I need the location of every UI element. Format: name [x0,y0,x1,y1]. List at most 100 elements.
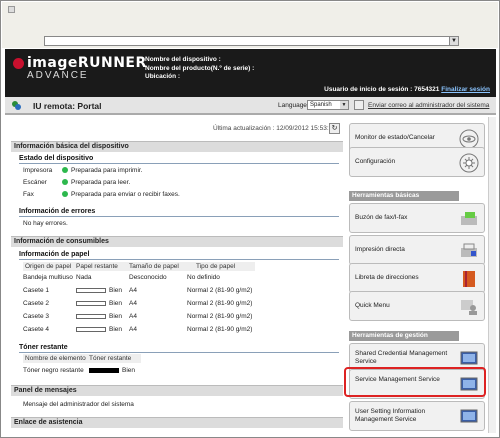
paper-remaining: Bien [76,326,122,333]
paper-size: A4 [129,313,137,320]
language-value: Spanish [310,102,332,108]
monitor-icon [460,409,478,423]
address-bar[interactable]: ▼ [44,36,459,46]
login-user-label: Usuario de inicio de sesión : 7654321 [324,86,440,93]
settings-button[interactable]: Configuración [349,147,485,177]
page-header: imageRUNNER ADVANCE Nombre del dispositi… [5,49,496,97]
paper-level-bar [76,301,106,306]
paper-type: Normal 2 (81-90 g/m2) [187,326,253,333]
paper-level-bar [76,288,106,293]
browser-toolbar: ▼ [2,2,498,48]
paper-remaining: Bien [76,300,122,307]
basic-tools-header: Herramientas básicas [349,191,459,201]
paper-type: Normal 2 (81-90 g/m2) [187,300,253,307]
mail-icon[interactable] [354,100,364,110]
eye-icon [459,129,479,149]
paper-level-bar [76,314,106,319]
paper-size: A4 [129,287,137,294]
user-setting-label: User Setting Information Management Serv… [355,408,426,423]
device-status-title: Estado del dispositivo [19,155,94,162]
direct-print-button[interactable]: Impresión directa [349,235,485,265]
device-name: Escáner [23,179,47,186]
login-user-info: Usuario de inicio de sesión : 7654321 Fi… [324,86,490,93]
fax-box-button[interactable]: Buzón de fax/I-fax [349,203,485,233]
error-info-title: Información de errores [19,208,96,215]
language-select[interactable]: Spanish ▼ [307,100,349,110]
column-header: Tamaño de papel [129,263,179,270]
quick-menu-label: Quick Menu [355,302,390,309]
error-info-value: No hay errores. [23,220,68,227]
paper-remaining: Bien [76,313,122,320]
product-name-label: Nombre del producto(N.º de serie) : [145,64,255,72]
support-header[interactable]: Enlace de asistencia [11,417,343,428]
mgmt-tools-header: Herramientas de gestión [349,331,459,341]
fax-icon [461,212,477,225]
divider [19,163,339,164]
device-status-text: Preparada para enviar o recibir faxes. [71,191,180,198]
refresh-icon[interactable]: ↻ [329,123,340,134]
settings-label: Configuración [355,158,396,165]
canon-logo-icon [13,58,24,69]
column-header: Origen de papel [25,263,72,270]
address-book-icon [463,271,475,287]
device-name: Fax [23,191,34,198]
status-monitor-label: Monitor de estado/Cancelar [355,134,435,141]
paper-type: No definido [187,274,220,281]
portal-icon [12,101,21,110]
browser-window: ▼ imageRUNNER ADVANCE Nombre del disposi… [0,0,500,438]
column-header: Tipo de papel [196,263,236,270]
address-dropdown-icon[interactable]: ▼ [449,37,458,45]
direct-print-label: Impresión directa [355,246,405,253]
ready-icon [62,191,68,197]
paper-remaining-text: Bien [109,326,123,333]
divider [19,216,339,217]
highlight-frame [344,367,486,397]
device-status: Preparada para leer. [62,179,130,186]
quick-menu-button[interactable]: Quick Menu [349,291,485,321]
device-status: Preparada para imprimir. [62,167,143,174]
printer-icon [461,243,477,257]
divider [19,259,339,260]
gear-icon [459,153,479,173]
column-header: Papel restante [76,263,118,270]
paper-remaining-text: Bien [109,313,123,320]
device-info: Nombre del dispositivo : Nombre del prod… [145,56,254,82]
toolbar-icon[interactable] [8,6,15,13]
monitor-icon [460,351,478,365]
main-panel: Última actualización : 12/09/2012 15:53:… [5,117,343,433]
user-menu-icon [461,300,477,315]
user-setting-button[interactable]: User Setting Information Management Serv… [349,401,485,431]
paper-size: A4 [129,300,137,307]
device-status-text: Preparada para imprimir. [71,167,143,174]
paper-type: Normal 2 (81-90 g/m2) [187,313,253,320]
paper-size: A4 [129,326,137,333]
scrollbar[interactable] [488,117,496,433]
logo-line2: ADVANCE [27,70,89,81]
paper-type: Normal 2 (81-90 g/m2) [187,287,253,294]
logo-line1: imageRUNNER [27,55,147,71]
paper-level-bar [76,327,106,332]
logout-link[interactable]: Finalizar sesión [441,86,490,93]
language-label: Language [278,102,307,109]
toner-remaining: Bien [89,367,135,374]
paper-info-title: Información de papel [19,251,90,258]
portal-bar: IU remota: Portal Language Spanish ▼ Env… [5,97,496,115]
column-header: Tóner restante [89,355,132,362]
paper-remaining-text: Bien [109,300,123,307]
address-book-label: Libreta de direcciones [355,274,419,281]
ready-icon [62,179,68,185]
toner-title: Tóner restante [19,344,68,351]
location-label: Ubicación : [145,73,181,80]
device-name: Impresora [23,167,53,174]
toner-remaining-text: Bien [122,367,136,374]
device-status-text: Preparada para leer. [71,179,131,186]
ready-icon [62,167,68,173]
column-header: Nombre de elemento [25,355,86,362]
address-book-button[interactable]: Libreta de direcciones [349,263,485,293]
paper-source: Bandeja multiuso [23,274,73,281]
message-header: Panel de mensajes [11,385,343,396]
paper-remaining-text: Bien [109,287,123,294]
last-update: Última actualización : 12/09/2012 15:53:… [213,125,336,132]
mail-admin-link[interactable]: Enviar correo al administrador del siste… [368,102,489,109]
divider [19,352,339,353]
